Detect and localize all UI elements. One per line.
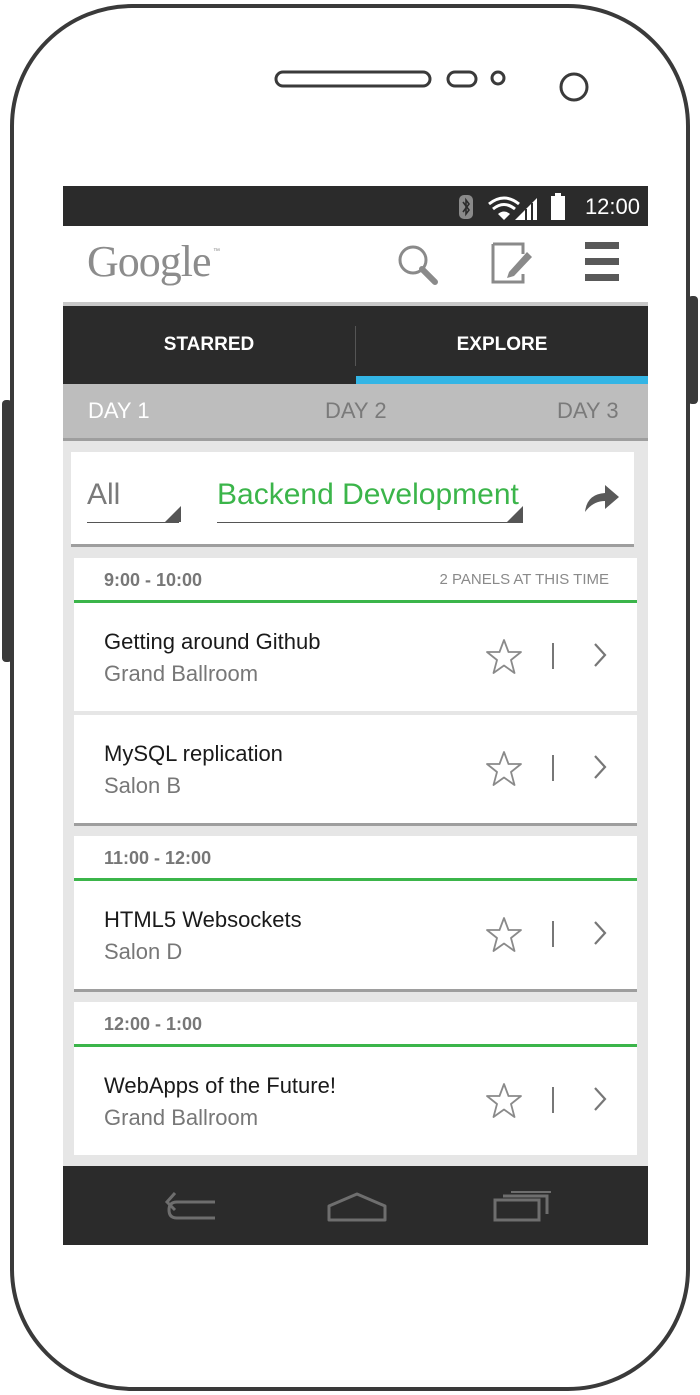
bluetooth-icon (459, 195, 473, 219)
topic-dropdown-arrow-icon (507, 506, 523, 522)
session-title: HTML5 Websockets (104, 907, 302, 932)
tab-starred[interactable]: STARRED (63, 306, 355, 384)
home-icon[interactable] (325, 1188, 389, 1224)
topic-dropdown[interactable]: Backend Development (217, 478, 519, 512)
time-slot-label: 9:00 - 10:00 (104, 570, 203, 590)
divider (552, 643, 554, 669)
chevron-right-icon[interactable] (592, 641, 608, 669)
session-title: MySQL replication (104, 741, 283, 766)
scope-dropdown[interactable]: All (87, 478, 120, 512)
google-logo: Google (87, 237, 212, 286)
time-group-header: 12:00 - 1:00 (74, 1002, 637, 1047)
chevron-right-icon[interactable] (592, 919, 608, 947)
menu-icon[interactable] (583, 240, 623, 284)
back-icon[interactable] (163, 1188, 223, 1224)
chevron-right-icon[interactable] (592, 1085, 608, 1113)
edit-note-icon[interactable] (487, 240, 537, 290)
phone-screen: 12:00 Google ™ STARRED EXPLORE DAY 1 DAY… (63, 186, 648, 1245)
session-title: Getting around Github (104, 629, 321, 654)
star-icon[interactable] (484, 1081, 524, 1121)
time-group: 12:00 - 1:00 WebApps of the Future! Gran… (74, 1002, 637, 1155)
time-group: 9:00 - 10:00 2 PANELS AT THIS TIME Getti… (74, 558, 637, 826)
day-tab-1[interactable]: DAY 1 (88, 398, 150, 424)
chevron-right-icon[interactable] (592, 753, 608, 781)
time-group-header: 9:00 - 10:00 2 PANELS AT THIS TIME (74, 558, 637, 603)
tab-indicator (356, 376, 648, 384)
session-item[interactable]: Getting around Github Grand Ballroom (74, 603, 637, 711)
divider (552, 755, 554, 781)
time-group-header: 11:00 - 12:00 (74, 836, 637, 881)
session-item[interactable]: MySQL replication Salon B (74, 711, 637, 823)
action-bar: Google ™ (63, 226, 648, 306)
share-icon[interactable] (583, 482, 621, 514)
recents-icon[interactable] (491, 1188, 553, 1224)
session-room: Grand Ballroom (104, 1105, 259, 1130)
system-nav-bar (63, 1166, 648, 1245)
session-item[interactable]: WebApps of the Future! Grand Ballroom (74, 1047, 637, 1155)
tab-explore[interactable]: EXPLORE (356, 306, 648, 384)
day-tab-3[interactable]: DAY 3 (557, 398, 619, 424)
star-icon[interactable] (484, 749, 524, 789)
session-item[interactable]: HTML5 Websockets Salon D (74, 881, 637, 989)
time-slot-label: 12:00 - 1:00 (104, 1014, 203, 1034)
signal-icon (515, 198, 537, 220)
session-room: Salon D (104, 939, 183, 964)
status-bar: 12:00 (63, 186, 648, 226)
time-slot-label: 11:00 - 12:00 (104, 848, 212, 868)
wifi-icon (488, 196, 520, 220)
divider (552, 921, 554, 947)
topic-dropdown-underline (217, 522, 523, 523)
time-group: 11:00 - 12:00 HTML5 Websockets Salon D (74, 836, 637, 992)
session-room: Grand Ballroom (104, 661, 259, 686)
scope-dropdown-arrow-icon (165, 506, 181, 522)
status-time: 12:00 (584, 194, 640, 219)
divider (552, 1087, 554, 1113)
tab-bar: STARRED EXPLORE (63, 306, 648, 384)
filter-card: All Backend Development (71, 452, 634, 547)
session-room: Salon B (104, 773, 182, 798)
battery-icon (551, 193, 565, 220)
session-title: WebApps of the Future! (104, 1073, 336, 1098)
star-icon[interactable] (484, 915, 524, 955)
search-icon[interactable] (393, 240, 443, 290)
star-icon[interactable] (484, 637, 524, 677)
day-tab-2[interactable]: DAY 2 (325, 398, 387, 424)
panel-count-label: 2 PANELS AT THIS TIME (439, 571, 609, 588)
day-selector: DAY 1 DAY 2 DAY 3 (63, 384, 648, 441)
scope-dropdown-underline (87, 522, 179, 523)
logo-trademark: ™ (213, 248, 220, 255)
